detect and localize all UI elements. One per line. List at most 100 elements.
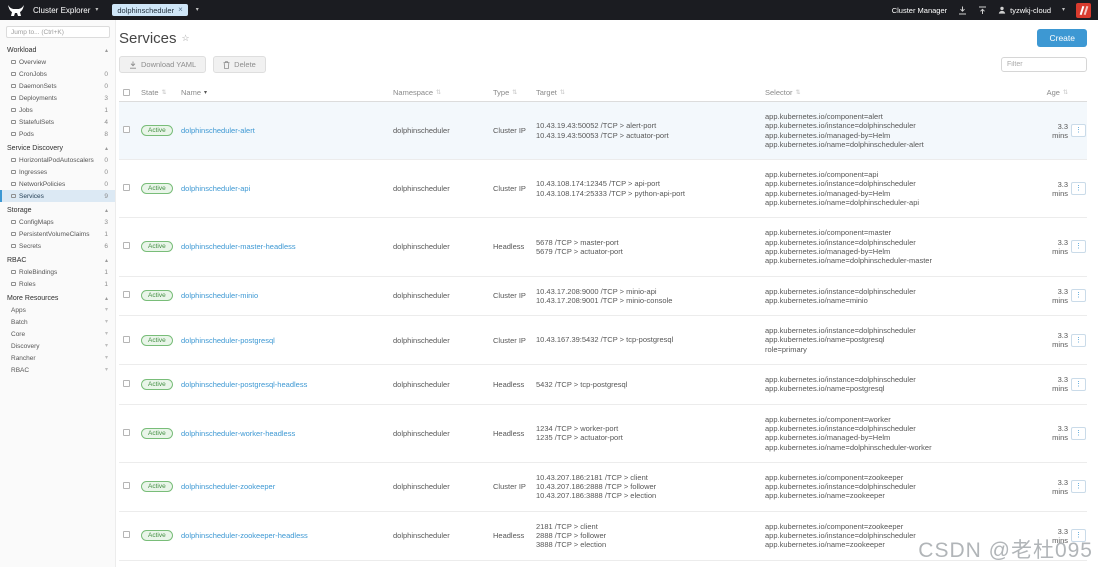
sidebar-group-apps[interactable]: Apps▾ (0, 304, 115, 316)
chevron-down-icon: ▾ (105, 331, 108, 337)
user-avatar[interactable] (1076, 3, 1091, 18)
service-name-link[interactable]: dolphinscheduler-master-headless (181, 242, 296, 251)
table-row[interactable]: Activedolphinscheduler-postgresqldolphin… (119, 316, 1087, 365)
section-header-more-resources[interactable]: More Resources ▴ (0, 290, 115, 304)
table-row[interactable]: Activedolphinscheduler-miniodolphinsched… (119, 277, 1087, 317)
create-button[interactable]: Create (1037, 29, 1087, 47)
table-row[interactable]: Activedolphinscheduler-zookeeperdolphins… (119, 463, 1087, 512)
sidebar-group-batch[interactable]: Batch▾ (0, 316, 115, 328)
namespace-filter-chip[interactable]: dolphinscheduler × (112, 4, 187, 16)
row-actions-button[interactable]: ⋮ (1071, 529, 1086, 542)
sidebar-item-persistentvolumeclaims[interactable]: PersistentVolumeClaims1 (0, 228, 115, 240)
sidebar-item-statefulsets[interactable]: StatefulSets4 (0, 116, 115, 128)
favorite-star-icon[interactable]: ☆ (182, 33, 190, 44)
row-checkbox[interactable] (123, 380, 130, 387)
delete-button[interactable]: Delete (213, 56, 266, 73)
sidebar-item-label: CronJobs (19, 71, 98, 78)
sidebar-item-configmaps[interactable]: ConfigMaps3 (0, 216, 115, 228)
sidebar-item-horizontalpodautoscalers[interactable]: HorizontalPodAutoscalers0 (0, 154, 115, 166)
column-header-state[interactable]: State⇅ (141, 88, 181, 97)
sidebar-item-overview[interactable]: Overview (0, 56, 115, 68)
column-header-target[interactable]: Target⇅ (536, 88, 765, 97)
filter-input[interactable] (1001, 57, 1087, 72)
chevron-down-icon[interactable]: ▾ (1062, 7, 1065, 13)
sort-icon[interactable]: ⇅ (560, 89, 565, 96)
service-name-link[interactable]: dolphinscheduler-api (181, 184, 250, 193)
service-name-link[interactable]: dolphinscheduler-zookeeper-headless (181, 531, 308, 540)
import-yaml-icon[interactable] (978, 6, 987, 15)
section-header-service-discovery[interactable]: Service Discovery▴ (0, 140, 115, 154)
service-name-link[interactable]: dolphinscheduler-postgresql (181, 336, 275, 345)
row-actions-button[interactable]: ⋮ (1071, 334, 1086, 347)
service-name-link[interactable]: dolphinscheduler-minio (181, 291, 258, 300)
table-row[interactable]: Activedolphinscheduler-apidolphinschedul… (119, 160, 1087, 218)
target-line: 5679 /TCP > actuator-port (536, 247, 757, 256)
type-cell: Headless (493, 380, 536, 389)
column-header-age[interactable]: Age⇅ (1042, 88, 1068, 97)
sidebar-item-networkpolicies[interactable]: NetworkPolicies0 (0, 178, 115, 190)
sort-icon[interactable]: ⇅ (162, 89, 167, 96)
sidebar-item-pods[interactable]: Pods8 (0, 128, 115, 140)
sort-icon[interactable]: ⇅ (1063, 89, 1068, 96)
sidebar-search-input[interactable] (6, 26, 110, 38)
column-header-namespace[interactable]: Namespace⇅ (393, 88, 493, 97)
service-name-link[interactable]: dolphinscheduler-worker-headless (181, 429, 295, 438)
table-row[interactable]: Activedolphinscheduler-alertdolphinsched… (119, 102, 1087, 160)
sidebar-group-core[interactable]: Core▾ (0, 328, 115, 340)
service-name-link[interactable]: dolphinscheduler-alert (181, 126, 255, 135)
section-header-storage[interactable]: Storage▴ (0, 202, 115, 216)
sidebar-item-secrets[interactable]: Secrets6 (0, 240, 115, 252)
cluster-manager-link[interactable]: Cluster Manager (892, 6, 947, 15)
section-header-rbac[interactable]: RBAC▴ (0, 252, 115, 266)
download-yaml-button[interactable]: Download YAML (119, 56, 206, 73)
sidebar-item-count: 0 (101, 181, 108, 188)
row-actions-button[interactable]: ⋮ (1071, 289, 1086, 302)
table-row[interactable]: Activedolphinscheduler-worker-headlessdo… (119, 405, 1087, 463)
row-checkbox[interactable] (123, 429, 130, 436)
sort-icon[interactable]: ▾ (204, 89, 207, 96)
service-name-link[interactable]: dolphinscheduler-zookeeper (181, 482, 275, 491)
sidebar-item-jobs[interactable]: Jobs1 (0, 104, 115, 116)
table-row[interactable]: Activedolphinscheduler-master-headlessdo… (119, 218, 1087, 276)
sidebar-group-rancher[interactable]: Rancher▾ (0, 352, 115, 364)
row-actions-button[interactable]: ⋮ (1071, 480, 1086, 493)
row-checkbox[interactable] (123, 291, 130, 298)
app-switcher[interactable]: Cluster Explorer ▾ (33, 6, 98, 15)
download-kubeconfig-icon[interactable] (958, 6, 967, 15)
sidebar-item-cronjobs[interactable]: CronJobs0 (0, 68, 115, 80)
namespace-filter-chevron-icon[interactable]: ▾ (196, 7, 199, 13)
close-icon[interactable]: × (178, 6, 183, 14)
rancher-logo-icon[interactable] (7, 4, 25, 17)
row-actions-button[interactable]: ⋮ (1071, 240, 1086, 253)
row-checkbox[interactable] (123, 336, 130, 343)
column-header-name[interactable]: Name▾ (181, 88, 393, 97)
sidebar-group-discovery[interactable]: Discovery▾ (0, 340, 115, 352)
row-checkbox[interactable] (123, 126, 130, 133)
row-checkbox[interactable] (123, 242, 130, 249)
row-actions-button[interactable]: ⋮ (1071, 182, 1086, 195)
sidebar-item-roles[interactable]: Roles1 (0, 278, 115, 290)
row-checkbox[interactable] (123, 482, 130, 489)
section-header-workload[interactable]: Workload▴ (0, 42, 115, 56)
sidebar-group-rbac[interactable]: RBAC▾ (0, 364, 115, 376)
sidebar-item-deployments[interactable]: Deployments3 (0, 92, 115, 104)
user-menu[interactable]: tyzwkj-cloud (998, 6, 1051, 15)
column-header-type[interactable]: Type⇅ (493, 88, 536, 97)
table-row[interactable]: Activedolphinscheduler-zookeeper-headles… (119, 512, 1087, 561)
sidebar-item-services[interactable]: Services9 (0, 190, 115, 202)
sort-icon[interactable]: ⇅ (436, 89, 441, 96)
sidebar-item-daemonsets[interactable]: DaemonSets0 (0, 80, 115, 92)
service-name-link[interactable]: dolphinscheduler-postgresql-headless (181, 380, 307, 389)
table-row[interactable]: Activedolphinscheduler-postgresql-headle… (119, 365, 1087, 405)
row-actions-button[interactable]: ⋮ (1071, 427, 1086, 440)
sort-icon[interactable]: ⇅ (512, 89, 517, 96)
row-actions-button[interactable]: ⋮ (1071, 378, 1086, 391)
row-checkbox[interactable] (123, 531, 130, 538)
row-checkbox[interactable] (123, 184, 130, 191)
select-all-checkbox[interactable] (123, 89, 130, 96)
column-header-selector[interactable]: Selector⇅ (765, 88, 1042, 97)
sidebar-item-ingresses[interactable]: Ingresses0 (0, 166, 115, 178)
sort-icon[interactable]: ⇅ (796, 89, 801, 96)
sidebar-item-rolebindings[interactable]: RoleBindings1 (0, 266, 115, 278)
row-actions-button[interactable]: ⋮ (1071, 124, 1086, 137)
